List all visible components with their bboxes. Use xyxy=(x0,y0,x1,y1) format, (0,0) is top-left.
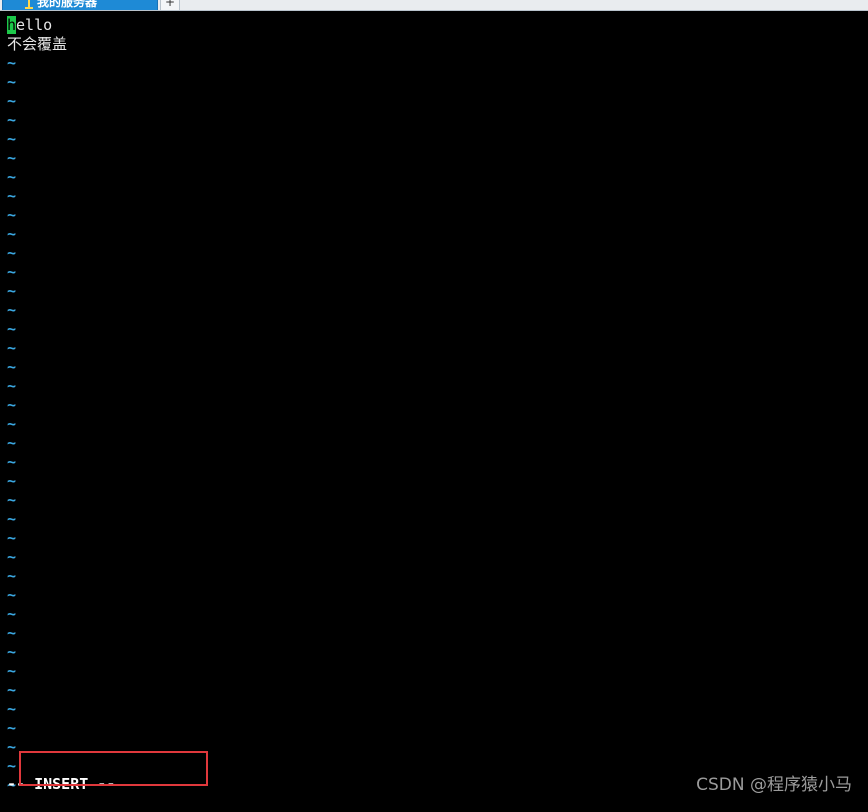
empty-line-tilde: ~ xyxy=(7,415,17,433)
empty-line-tilde: ~ xyxy=(7,567,17,585)
text-cursor: h xyxy=(7,16,17,34)
empty-line-tilde: ~ xyxy=(7,339,17,357)
empty-line-tilde: ~ xyxy=(7,73,17,91)
empty-line-tilde: ~ xyxy=(7,244,17,262)
empty-line-tilde: ~ xyxy=(7,206,17,224)
empty-line-tilde: ~ xyxy=(7,453,17,471)
buffer-line-2: 不会覆盖 xyxy=(7,35,68,53)
empty-line-tilde: ~ xyxy=(7,472,17,490)
empty-line-tilde: ~ xyxy=(7,605,17,623)
new-tab-button[interactable]: + xyxy=(160,0,180,10)
empty-line-tilde: ~ xyxy=(7,263,17,281)
vim-mode-indicator: -- INSERT -- xyxy=(7,775,116,793)
empty-line-tilde: ~ xyxy=(7,662,17,680)
session-tab-label: 我的服务器 xyxy=(37,0,98,9)
ssh-terminal-window: 我的服务器 + hello 不会覆盖 ~ ~ ~ ~ ~ ~ ~ ~ ~ ~ ~ ~ ~ ~ ~ ~ ~ ~ ~ ~ ~… xyxy=(0,0,868,812)
empty-line-tilde: ~ xyxy=(7,149,17,167)
session-tab-bar: 我的服务器 + xyxy=(0,0,868,11)
empty-line-tilde: ~ xyxy=(7,586,17,604)
watermark-text: CSDN @程序猿小马 xyxy=(696,775,852,795)
empty-line-tilde: ~ xyxy=(7,168,17,186)
empty-line-tilde: ~ xyxy=(7,282,17,300)
empty-line-tilde: ~ xyxy=(7,700,17,718)
empty-line-tilde: ~ xyxy=(7,510,17,528)
empty-line-tilde: ~ xyxy=(7,111,17,129)
empty-line-tilde: ~ xyxy=(7,643,17,661)
empty-line-tilde: ~ xyxy=(7,434,17,452)
empty-line-tilde: ~ xyxy=(7,358,17,376)
empty-line-tilde: ~ xyxy=(7,54,17,72)
empty-line-tilde: ~ xyxy=(7,377,17,395)
empty-line-tilde: ~ xyxy=(7,757,17,775)
buffer-line-1-text: ello xyxy=(16,16,53,34)
empty-line-tilde: ~ xyxy=(7,491,17,509)
vim-editor-buffer[interactable]: hello 不会覆盖 ~ ~ ~ ~ ~ ~ ~ ~ ~ ~ ~ ~ ~ ~ ~ ~ ~ ~ ~ ~ ~ ~ ~ ~ ~ ~ ~ ~ ~… xyxy=(0,11,868,812)
empty-line-tilde: ~ xyxy=(7,738,17,756)
empty-line-tilde: ~ xyxy=(7,529,17,547)
empty-line-tilde: ~ xyxy=(7,624,17,642)
empty-line-tilde: ~ xyxy=(7,301,17,319)
empty-line-tilde: ~ xyxy=(7,320,17,338)
empty-line-tilde: ~ xyxy=(7,719,17,737)
empty-line-tilde: ~ xyxy=(7,187,17,205)
empty-line-tilde: ~ xyxy=(7,130,17,148)
session-tab-active[interactable]: 我的服务器 xyxy=(2,0,158,10)
empty-line-tilde: ~ xyxy=(7,92,17,110)
empty-line-tilde: ~ xyxy=(7,396,17,414)
empty-line-tilde: ~ xyxy=(7,225,17,243)
buffer-line-1: hello xyxy=(7,16,52,35)
empty-line-tilde: ~ xyxy=(7,548,17,566)
empty-line-tilde: ~ xyxy=(7,681,17,699)
terminal-icon xyxy=(25,0,33,9)
